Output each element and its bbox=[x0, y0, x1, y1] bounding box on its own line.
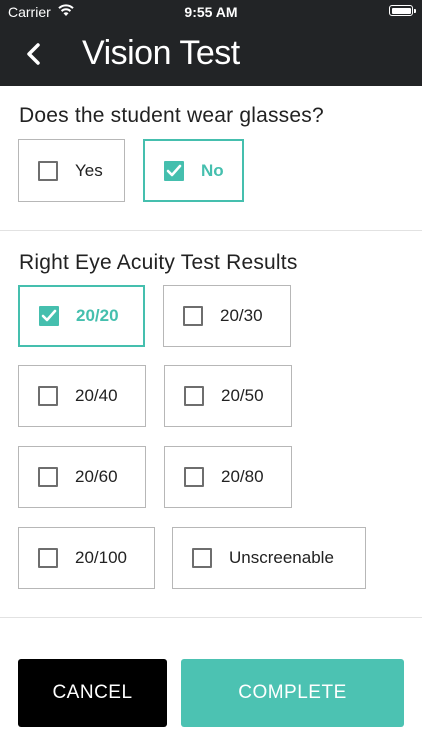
clock: 9:55 AM bbox=[184, 4, 238, 20]
acuity-title: Right Eye Acuity Test Results bbox=[19, 251, 298, 274]
checkbox-unchecked-icon[interactable] bbox=[38, 467, 58, 487]
option-label: 20/20 bbox=[76, 306, 119, 325]
glasses-option-yes[interactable]: Yes bbox=[18, 139, 125, 202]
acuity-option-20-40[interactable]: 20/40 bbox=[18, 365, 146, 427]
option-label: 20/60 bbox=[75, 467, 118, 486]
status-bar: Carrier 9:55 AM bbox=[0, 0, 422, 24]
acuity-option-unscreenable[interactable]: Unscreenable bbox=[172, 527, 366, 589]
acuity-option-20-30[interactable]: 20/30 bbox=[163, 285, 291, 347]
section-divider bbox=[0, 617, 422, 618]
option-label: No bbox=[201, 160, 224, 180]
chevron-left-icon bbox=[27, 43, 40, 65]
option-label: Unscreenable bbox=[229, 548, 334, 567]
checkbox-checked-icon[interactable] bbox=[164, 160, 184, 181]
cancel-button[interactable]: CANCEL bbox=[18, 659, 167, 727]
acuity-option-20-100[interactable]: 20/100 bbox=[18, 527, 155, 589]
acuity-option-20-50[interactable]: 20/50 bbox=[164, 365, 292, 427]
checkbox-unchecked-icon[interactable] bbox=[184, 386, 204, 406]
complete-button[interactable]: COMPLETE bbox=[181, 659, 404, 727]
page-title: Vision Test bbox=[82, 34, 240, 72]
acuity-option-20-20[interactable]: 20/20 bbox=[18, 285, 145, 347]
checkbox-unchecked-icon[interactable] bbox=[38, 386, 58, 406]
checkbox-unchecked-icon[interactable] bbox=[38, 548, 58, 568]
checkbox-unchecked-icon[interactable] bbox=[38, 160, 58, 181]
option-label: 20/40 bbox=[75, 386, 118, 405]
option-label: 20/100 bbox=[75, 548, 127, 567]
acuity-option-20-80[interactable]: 20/80 bbox=[164, 446, 292, 508]
option-label: 20/30 bbox=[220, 306, 263, 325]
glasses-option-no[interactable]: No bbox=[143, 139, 244, 202]
checkbox-unchecked-icon[interactable] bbox=[184, 467, 204, 487]
glasses-question: Does the student wear glasses? bbox=[19, 104, 324, 127]
battery-icon bbox=[389, 5, 416, 16]
option-label: 20/50 bbox=[221, 386, 264, 405]
checkbox-unchecked-icon[interactable] bbox=[192, 548, 212, 568]
navigation-bar: Vision Test bbox=[0, 24, 422, 86]
checkbox-checked-icon[interactable] bbox=[39, 306, 59, 326]
acuity-option-20-60[interactable]: 20/60 bbox=[18, 446, 146, 508]
option-label: Yes bbox=[75, 160, 103, 180]
checkbox-unchecked-icon[interactable] bbox=[183, 306, 203, 326]
back-button[interactable] bbox=[18, 36, 50, 72]
section-divider bbox=[0, 230, 422, 231]
option-label: 20/80 bbox=[221, 467, 264, 486]
